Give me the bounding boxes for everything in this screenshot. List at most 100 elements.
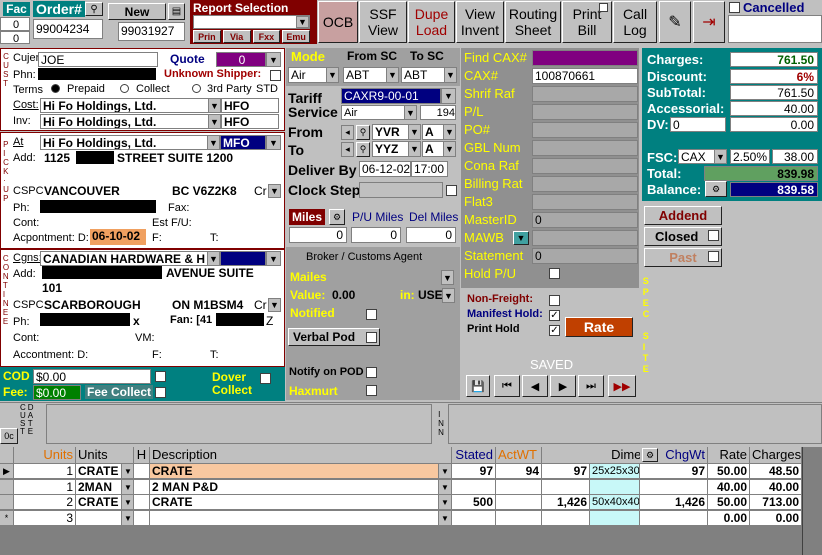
cod-checkbox[interactable] xyxy=(155,371,166,382)
ref-field-11[interactable]: 0 xyxy=(532,248,638,264)
to-sc-dropdown-icon[interactable]: ▼ xyxy=(444,67,457,83)
call-log-button[interactable]: Call Log xyxy=(613,1,657,43)
view-invent-button[interactable]: View Invent xyxy=(456,1,504,43)
cgns-dropdown-icon[interactable]: ▼ xyxy=(207,251,220,266)
deliver-time-field[interactable]: 17:00 xyxy=(411,161,448,177)
clock-step-checkbox[interactable] xyxy=(446,185,457,196)
grid-scrollbar[interactable] xyxy=(802,447,822,555)
cujer-field[interactable]: JOE xyxy=(38,52,158,67)
grid-row-selector[interactable] xyxy=(0,479,14,495)
grid-actwt[interactable] xyxy=(496,479,542,495)
cost-field[interactable]: Hi Fo Holdings, Ltd. xyxy=(40,98,210,113)
grid-units-count[interactable]: 2 xyxy=(14,495,76,510)
print-hold-checkbox[interactable]: ✓ xyxy=(549,325,560,336)
grid-desc-dropdown-icon[interactable]: ▼ xyxy=(439,479,452,495)
broker-dropdown-icon[interactable]: ▼ xyxy=(441,270,454,285)
grid-h-checkbox[interactable] xyxy=(134,464,150,479)
fac-field-1[interactable]: 0 xyxy=(0,17,30,31)
cancelled-note-field[interactable] xyxy=(728,15,822,43)
grid-actwt[interactable] xyxy=(496,510,542,526)
quote-dropdown-icon[interactable]: ▼ xyxy=(266,52,281,67)
grid-header-9[interactable]: Charges xyxy=(750,447,802,464)
grid-stated[interactable] xyxy=(452,479,496,495)
to-sc-select[interactable]: ABT xyxy=(401,67,445,83)
ref-field-4[interactable] xyxy=(532,122,638,138)
grid-header-5[interactable]: ActWT xyxy=(496,447,542,464)
grid-unit-dropdown-icon[interactable]: ▼ xyxy=(122,479,134,495)
grid-header-2[interactable]: H xyxy=(134,447,150,464)
del-miles-field[interactable]: 0 xyxy=(406,227,456,243)
order-number-field[interactable]: 99004234 xyxy=(33,19,103,39)
grid-description[interactable]: 2 MAN P&D xyxy=(150,479,439,495)
notified-checkbox[interactable] xyxy=(366,309,377,320)
pickup-appt-date[interactable]: 06-10-02 xyxy=(90,229,146,245)
first-record-icon[interactable]: ⏮ xyxy=(494,375,520,397)
tariff-dropdown-icon[interactable]: ▼ xyxy=(441,88,456,104)
grid-header-1[interactable]: Units xyxy=(76,447,134,464)
to-prev-icon[interactable]: ◂ xyxy=(341,142,354,157)
dv-field[interactable]: 0 xyxy=(670,117,726,132)
from-code-dropdown-icon[interactable]: ▼ xyxy=(443,124,456,140)
deliver-date-field[interactable]: 06-12-02 xyxy=(359,161,411,177)
grid-units-count[interactable]: 1 xyxy=(14,464,76,479)
new-order-field[interactable]: 99031927 xyxy=(118,22,185,41)
notes-oc-button[interactable]: 0c xyxy=(0,428,18,444)
grid-h-checkbox[interactable] xyxy=(134,479,150,495)
grid-h-checkbox[interactable] xyxy=(134,510,150,526)
grid-header-0[interactable]: Units xyxy=(14,447,76,464)
grid-rate[interactable]: 50.00 xyxy=(708,495,750,510)
fac-field-2[interactable]: 0 xyxy=(0,31,30,44)
ref-field-10[interactable] xyxy=(532,230,638,246)
currency-select[interactable]: USE xyxy=(418,288,443,302)
new-menu-icon[interactable]: ▤ xyxy=(168,3,185,20)
prev-record-icon[interactable]: ◀ xyxy=(522,375,548,397)
service-flag-field[interactable]: 194 xyxy=(420,105,456,120)
from-sc-dropdown-icon[interactable]: ▼ xyxy=(386,67,399,83)
report-fax-button[interactable]: Fxx xyxy=(252,30,281,43)
discount-value[interactable]: 6% xyxy=(730,69,818,84)
cost-code-field[interactable]: HFO xyxy=(221,98,279,113)
grid-desc-dropdown-icon[interactable]: ▼ xyxy=(439,495,452,510)
ref-field-0[interactable] xyxy=(532,50,638,66)
third-party-radio[interactable] xyxy=(192,84,201,93)
grid-chgwt[interactable]: 97 xyxy=(640,464,708,479)
haxmurt-checkbox[interactable] xyxy=(366,385,377,396)
report-via-button[interactable]: Via xyxy=(222,30,251,43)
from-city-dropdown-icon[interactable]: ▼ xyxy=(408,124,421,140)
grid-dim-weight[interactable]: 97 xyxy=(542,464,590,479)
edit-note-icon[interactable]: ✎ xyxy=(659,1,691,43)
unknown-shipper-checkbox[interactable] xyxy=(270,70,281,81)
verbal-pod-checkbox[interactable] xyxy=(366,332,377,343)
fsc-type-dropdown-icon[interactable]: ▼ xyxy=(714,149,727,164)
last-record-icon[interactable]: ⏭ xyxy=(578,375,604,397)
ref-field-9[interactable]: 0 xyxy=(532,212,638,228)
dover-collect-checkbox[interactable] xyxy=(260,373,271,384)
dimensions-calc-icon[interactable]: ⚙ xyxy=(642,448,658,462)
grid-units-count[interactable]: 1 xyxy=(14,479,76,495)
currency-dropdown-icon[interactable]: ▼ xyxy=(442,288,455,303)
ref-field-7[interactable] xyxy=(532,176,638,192)
miles-calc-icon[interactable]: ⚙ xyxy=(329,209,345,225)
report-select[interactable] xyxy=(193,15,310,29)
grid-dimensions[interactable]: 50x40x40 xyxy=(590,495,640,510)
grid-header-3[interactable]: Description xyxy=(150,447,452,464)
grid-unit-dropdown-icon[interactable]: ▼ xyxy=(122,495,134,510)
grid-description[interactable] xyxy=(150,510,439,526)
grid-description[interactable]: CRATE xyxy=(150,495,439,510)
grid-actwt[interactable] xyxy=(496,495,542,510)
grid-unit-type[interactable] xyxy=(76,510,122,526)
save-disk-icon[interactable]: 💾 xyxy=(466,375,490,397)
pickup-cr-dropdown-icon[interactable]: ▼ xyxy=(268,184,281,198)
miles-field[interactable]: 0 xyxy=(289,227,347,243)
grid-chgwt[interactable]: 1,426 xyxy=(640,495,708,510)
consignee-cr-dropdown-icon[interactable]: ▼ xyxy=(268,298,281,312)
cgns-field[interactable]: CANADIAN HARDWARE & H xyxy=(40,251,208,266)
grid-row-selector[interactable]: ▶ xyxy=(0,464,14,479)
ref-field-5[interactable] xyxy=(532,140,638,156)
prepaid-radio[interactable] xyxy=(51,84,60,93)
report-email-button[interactable]: Emu xyxy=(282,30,310,43)
fee-collect-checkbox[interactable] xyxy=(155,387,166,398)
pu-miles-field[interactable]: 0 xyxy=(351,227,401,243)
grid-unit-type[interactable]: CRATE xyxy=(76,495,122,510)
grid-dim-weight[interactable] xyxy=(542,479,590,495)
